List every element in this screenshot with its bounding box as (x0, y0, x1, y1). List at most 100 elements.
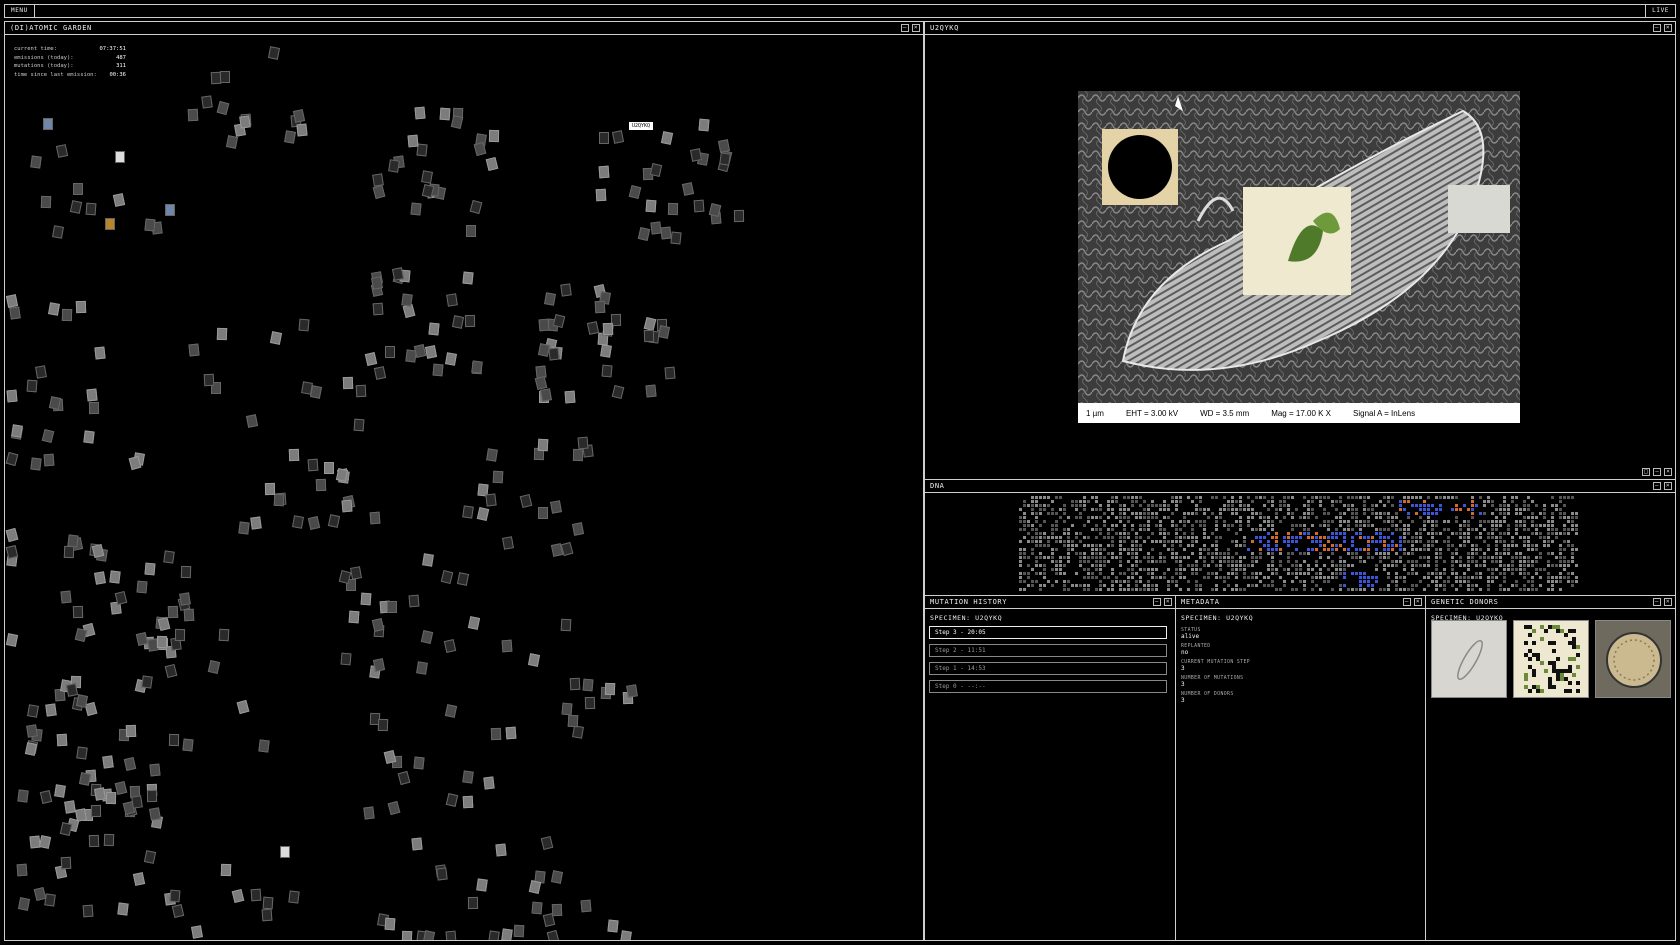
specimen-tile[interactable] (5, 633, 19, 647)
specimen-tile[interactable] (582, 678, 594, 692)
specimen-tile[interactable] (188, 343, 200, 357)
specimen-tile[interactable] (446, 293, 458, 307)
specimen-tile[interactable] (201, 95, 213, 109)
specimen-tile[interactable] (61, 308, 73, 322)
specimen-tile[interactable] (456, 572, 470, 586)
specimen-tile[interactable] (466, 225, 476, 237)
specimen-tile[interactable] (492, 470, 504, 484)
specimen-tile[interactable] (216, 100, 230, 116)
specimen-tile[interactable] (76, 746, 88, 760)
specimen-tile[interactable] (567, 714, 579, 728)
specimen-tile[interactable] (220, 71, 230, 83)
specimen-tile[interactable] (445, 352, 457, 366)
specimen-tile[interactable] (372, 184, 386, 200)
specimen-tile[interactable] (216, 327, 228, 341)
specimen-tile[interactable] (55, 144, 69, 158)
donor-thumbnail-1[interactable] (1431, 620, 1507, 698)
specimen-tile[interactable] (350, 566, 362, 580)
close-icon[interactable]: × (1414, 598, 1422, 606)
specimen-tile[interactable] (187, 108, 199, 122)
specimen-tile[interactable] (550, 870, 564, 884)
specimen-tile[interactable] (203, 373, 215, 387)
specimen-tile[interactable] (377, 718, 389, 732)
specimen-tile[interactable] (670, 231, 682, 245)
specimen-tile[interactable] (548, 347, 560, 361)
specimen-tile[interactable] (540, 388, 552, 402)
specimen-tile[interactable] (72, 605, 84, 619)
specimen-tile[interactable] (502, 536, 514, 550)
specimen-tile[interactable] (143, 850, 157, 864)
specimen-tile[interactable] (486, 448, 498, 462)
specimen-tile[interactable] (445, 930, 457, 940)
specimen-tile[interactable] (90, 804, 102, 818)
specimen-tile[interactable] (599, 132, 609, 144)
specimen-tile[interactable] (546, 929, 560, 940)
specimen-tile[interactable] (411, 837, 423, 851)
specimen-tile[interactable] (571, 522, 585, 536)
specimen-tile[interactable] (5, 545, 19, 559)
specimen-tile[interactable] (94, 346, 106, 360)
specimen-tile[interactable] (397, 770, 411, 786)
specimen-tile[interactable] (660, 226, 672, 240)
specimen-tile[interactable] (611, 130, 625, 144)
specimen-tile[interactable] (681, 182, 695, 196)
specimen-tile[interactable] (5, 527, 19, 543)
specimen-tile[interactable] (645, 199, 657, 213)
minimize-icon[interactable]: – (1153, 598, 1161, 606)
specimen-tile[interactable] (64, 800, 76, 814)
specimen-tile[interactable] (156, 635, 168, 649)
specimen-tile[interactable] (307, 458, 319, 472)
mutation-step-2[interactable]: Step 2 - 11:51 (929, 644, 1167, 657)
specimen-tile[interactable] (363, 806, 375, 820)
specimen-tile[interactable] (144, 562, 156, 576)
specimen-tile[interactable] (607, 919, 619, 933)
specimen-tile[interactable] (307, 516, 321, 530)
specimen-tile[interactable] (371, 618, 385, 632)
specimen-tile[interactable] (464, 314, 476, 328)
specimen-tile[interactable] (387, 800, 401, 816)
specimen-tile[interactable] (91, 543, 105, 559)
specimen-tile[interactable] (564, 390, 576, 404)
specimen-tile[interactable] (59, 822, 73, 836)
specimen-tile[interactable] (103, 833, 115, 847)
specimen-tile[interactable] (550, 500, 562, 514)
specimen-tile[interactable] (483, 776, 495, 790)
specimen-tile[interactable] (467, 896, 479, 910)
specimen-tile[interactable] (649, 163, 663, 177)
specimen-tile[interactable] (30, 457, 42, 471)
specimen-tile[interactable] (439, 107, 451, 121)
specimen-tile[interactable] (383, 749, 397, 765)
specimen-tile[interactable] (141, 675, 153, 689)
specimen-tile[interactable] (401, 930, 413, 940)
specimen-tile[interactable] (60, 590, 72, 604)
specimen-tile[interactable] (269, 331, 283, 345)
specimen-tile[interactable] (584, 696, 596, 710)
specimen-tile[interactable] (86, 388, 98, 402)
specimen-tile[interactable] (5, 451, 19, 467)
specimen-tile[interactable] (372, 173, 384, 187)
specimen-tile[interactable] (598, 165, 610, 179)
specimen-tile[interactable] (261, 908, 273, 922)
specimen-tile[interactable] (476, 878, 488, 892)
specimen-tile[interactable] (572, 448, 584, 462)
specimen-tile[interactable] (26, 724, 38, 738)
specimen-tile[interactable] (348, 610, 360, 624)
specimen-tile[interactable] (5, 294, 19, 308)
specimen-tile[interactable] (667, 202, 679, 216)
specimen-tile[interactable] (385, 346, 395, 358)
specimen-tile[interactable] (250, 888, 262, 902)
specimen-tile[interactable] (180, 565, 192, 579)
specimen-tile[interactable] (164, 663, 178, 679)
specimen-tile[interactable] (628, 184, 642, 200)
specimen-tile[interactable] (340, 652, 352, 666)
specimen-tile[interactable] (82, 904, 94, 918)
specimen-tile[interactable] (236, 699, 250, 715)
specimen-tile[interactable] (88, 401, 100, 415)
specimen-tile[interactable] (519, 493, 533, 509)
specimen-tile[interactable] (26, 379, 38, 393)
specimen-tile[interactable] (105, 218, 115, 230)
specimen-tile[interactable] (123, 757, 137, 771)
specimen-tile[interactable] (165, 204, 175, 216)
specimen-tile[interactable] (594, 300, 606, 314)
specimen-tile[interactable] (601, 364, 613, 378)
